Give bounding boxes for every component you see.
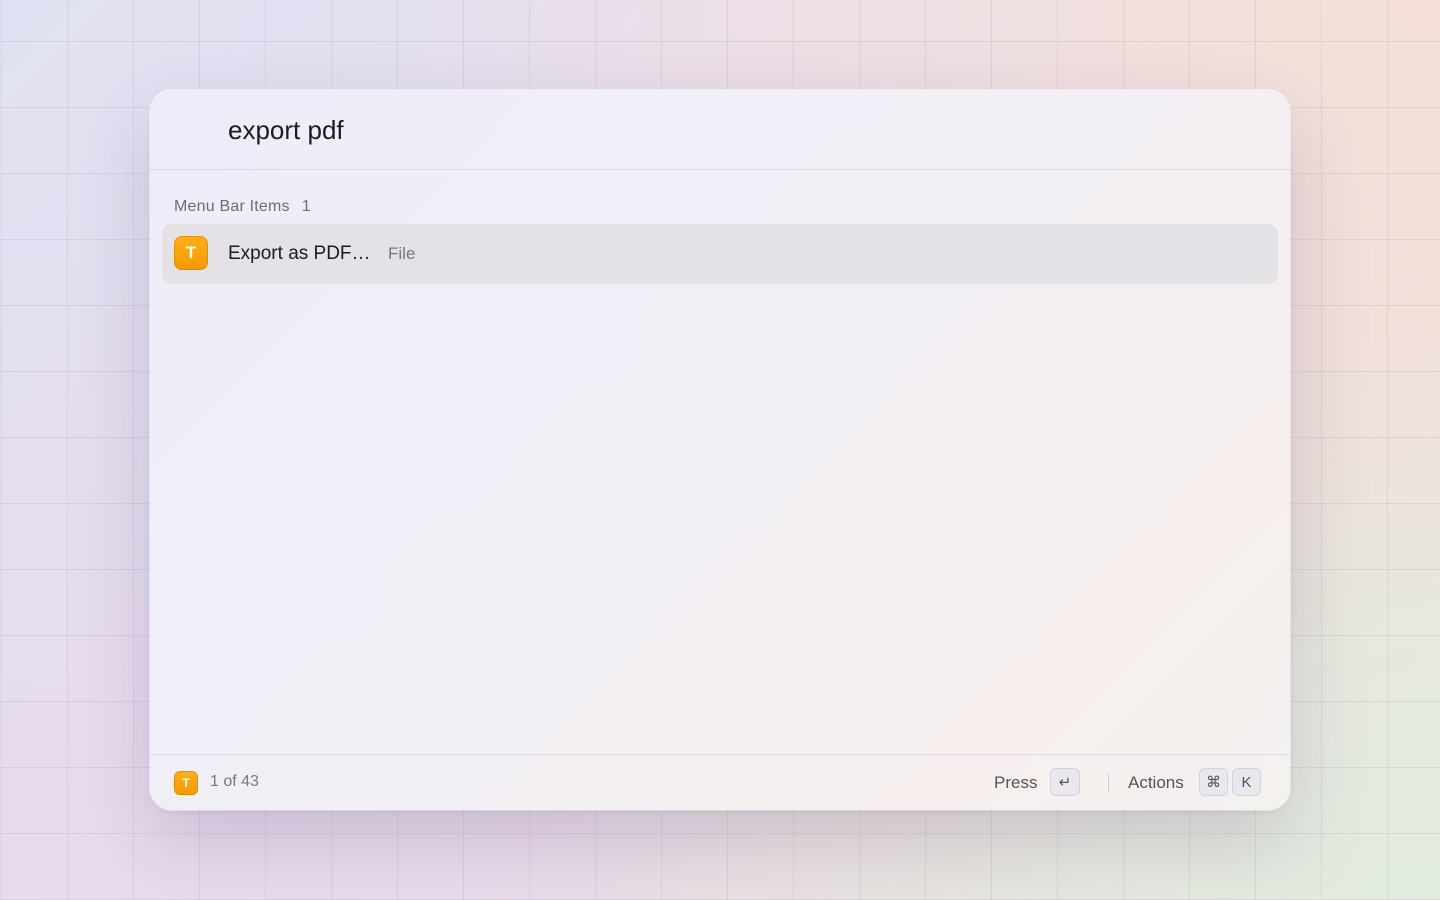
section-count: 1 xyxy=(301,198,311,215)
section-title: Menu Bar Items xyxy=(174,198,290,215)
footer-divider xyxy=(1108,774,1109,792)
search-input[interactable] xyxy=(228,112,1228,148)
section-header: Menu Bar Items 1 xyxy=(174,198,311,216)
search-bar xyxy=(150,90,1290,170)
launcher-window: Menu Bar Items 1 T Export as PDF… File T … xyxy=(150,90,1290,810)
result-subtitle: File xyxy=(388,244,416,263)
return-key-icon[interactable]: ↵ xyxy=(1050,768,1080,796)
footer-app-icon: T xyxy=(174,771,198,795)
actions-label[interactable]: Actions xyxy=(1128,773,1184,793)
k-key[interactable]: K xyxy=(1232,768,1261,796)
app-icon: T xyxy=(174,236,208,270)
result-title: Export as PDF… xyxy=(228,243,371,264)
app-icon-letter: T xyxy=(185,243,197,262)
result-count: 1 of 43 xyxy=(210,773,259,790)
result-item-export-as-pdf[interactable]: T Export as PDF… File xyxy=(162,224,1278,284)
footer-bar: T 1 of 43 Press ↵ Actions ⌘ K xyxy=(150,754,1290,810)
command-key-icon[interactable]: ⌘ xyxy=(1199,768,1228,796)
primary-action-label[interactable]: Press xyxy=(994,773,1037,793)
footer-app-icon-letter: T xyxy=(182,776,190,790)
